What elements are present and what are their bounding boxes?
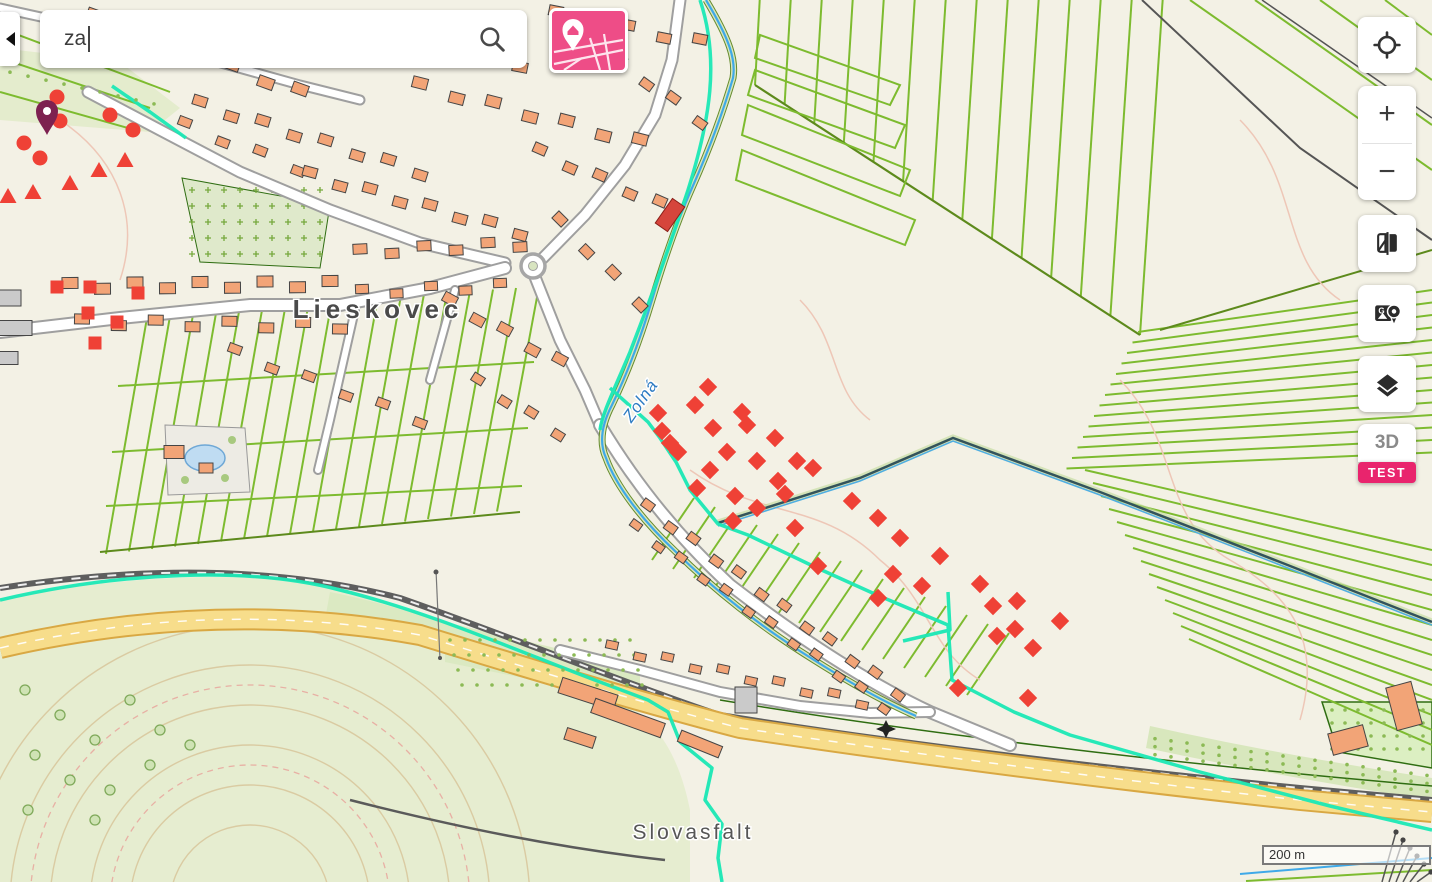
search-query-text: za (64, 27, 86, 51)
marker-square[interactable] (111, 316, 124, 329)
marker-square[interactable] (51, 281, 64, 294)
layers-icon (1374, 371, 1401, 398)
map-scale-bar: 200 m (1262, 845, 1431, 865)
marker-pin-hole (43, 107, 51, 115)
marker-circle[interactable] (33, 151, 48, 166)
zoom-in-button[interactable]: + (1358, 86, 1416, 143)
map-canvas[interactable]: LieskovecSlovasfaltZolná (0, 0, 1432, 882)
layers-button[interactable] (1358, 356, 1416, 412)
search-icon (477, 24, 507, 54)
sidebar-collapse-button[interactable] (0, 12, 20, 66)
marker-square[interactable] (89, 337, 102, 350)
map-decor (0, 0, 1432, 882)
text-caret (88, 26, 90, 52)
marker-square[interactable] (132, 287, 145, 300)
marker-square[interactable] (84, 281, 97, 294)
marker-square[interactable] (82, 307, 95, 320)
place-label: Slovasfalt (632, 821, 753, 844)
basemap-thumbnail-button[interactable] (549, 8, 628, 73)
street-view-button[interactable]: G (1358, 285, 1416, 342)
marker-circle[interactable] (17, 136, 32, 151)
compare-icon (1374, 230, 1401, 257)
place-label: Lieskovec (293, 294, 464, 324)
marker-circle[interactable] (103, 108, 118, 123)
collapse-left-icon (6, 32, 15, 46)
svg-text:G: G (1378, 306, 1384, 315)
zoom-control: + − (1358, 86, 1416, 200)
search-button[interactable] (475, 22, 509, 56)
crosshair-icon (1373, 31, 1401, 59)
search-input[interactable]: za (40, 10, 527, 68)
compare-maps-button[interactable] (1358, 215, 1416, 272)
map-application: LieskovecSlovasfaltZolná za (0, 0, 1432, 882)
three-d-button[interactable]: 3D (1358, 424, 1416, 462)
zoom-out-button[interactable]: − (1358, 144, 1416, 201)
google-maps-photo-pin-icon: G (1373, 300, 1401, 328)
test-badge: TEST (1358, 462, 1416, 483)
basemap-pin-icon (552, 11, 625, 70)
locate-me-button[interactable] (1358, 17, 1416, 73)
marker-circle[interactable] (126, 123, 141, 138)
